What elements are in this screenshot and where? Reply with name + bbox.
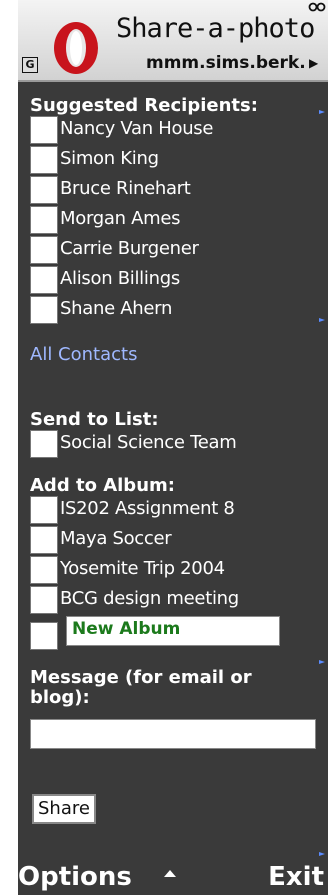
recipient-checkbox[interactable] <box>30 296 58 324</box>
album-row[interactable]: Yosemite Trip 2004 <box>30 556 320 586</box>
softkey-bar: Options Exit <box>18 860 328 895</box>
recipient-label: Nancy Van House <box>60 118 214 139</box>
phone-screen: Share-a-photo G mmm.sims.berk... ▶ Sugge… <box>18 0 328 895</box>
message-title-line2: blog): <box>30 687 90 708</box>
album-checkbox[interactable] <box>30 586 58 614</box>
recipient-label: Carrie Burgener <box>60 238 199 259</box>
album-row[interactable]: IS202 Assignment 8 <box>30 496 320 526</box>
recipient-checkbox[interactable] <box>30 116 58 144</box>
album-row[interactable]: Maya Soccer <box>30 526 320 556</box>
recipient-row[interactable]: Morgan Ames <box>30 206 320 236</box>
url-text[interactable]: mmm.sims.berk... <box>146 53 306 73</box>
album-label: Maya Soccer <box>60 528 172 549</box>
url-arrow-icon: ▶ <box>309 56 319 70</box>
send-list-checkbox[interactable] <box>30 430 58 458</box>
recipient-label: Bruce Rinehart <box>60 178 191 199</box>
scroll-indicator-icon <box>319 318 325 322</box>
recipient-label: Alison Billings <box>60 268 180 289</box>
album-checkbox[interactable] <box>30 556 58 584</box>
form-content: Suggested Recipients: Nancy Van House Si… <box>18 82 328 860</box>
all-contacts-link[interactable]: All Contacts <box>30 344 137 365</box>
recipient-label: Morgan Ames <box>60 208 181 229</box>
send-list-label: Social Science Team <box>60 432 237 453</box>
scroll-indicator-icon <box>319 110 325 114</box>
left-margin <box>0 0 18 895</box>
options-softkey[interactable]: Options <box>18 860 132 895</box>
message-title-line1: Message (for email or <box>30 667 252 688</box>
recipient-row[interactable]: Bruce Rinehart <box>30 176 320 206</box>
album-label: IS202 Assignment 8 <box>60 498 235 519</box>
browser-header: Share-a-photo G mmm.sims.berk... ▶ <box>18 0 328 82</box>
new-album-input[interactable]: New Album <box>66 616 280 646</box>
new-album-checkbox[interactable] <box>30 622 58 650</box>
send-list-row[interactable]: Social Science Team <box>30 430 320 460</box>
recipients-title: Suggested Recipients: <box>30 95 258 116</box>
g-icon[interactable]: G <box>22 57 38 73</box>
opera-logo-icon <box>54 22 98 74</box>
recipient-row[interactable]: Alison Billings <box>30 266 320 296</box>
recipient-checkbox[interactable] <box>30 146 58 174</box>
app-title: Share-a-photo <box>116 13 315 44</box>
recipient-label: Shane Ahern <box>60 298 173 319</box>
recipient-row[interactable]: Simon King <box>30 146 320 176</box>
album-title: Add to Album: <box>30 475 175 496</box>
scroll-indicator-icon <box>319 660 325 664</box>
recipient-checkbox[interactable] <box>30 176 58 204</box>
signal-icon <box>308 2 326 12</box>
up-arrow-icon[interactable] <box>164 870 176 877</box>
album-checkbox[interactable] <box>30 496 58 524</box>
recipient-row[interactable]: Carrie Burgener <box>30 236 320 266</box>
album-row[interactable]: BCG design meeting <box>30 586 320 616</box>
recipient-row[interactable]: Shane Ahern <box>30 296 320 326</box>
recipient-row[interactable]: Nancy Van House <box>30 116 320 146</box>
send-list-title: Send to List: <box>30 409 159 430</box>
recipient-checkbox[interactable] <box>30 266 58 294</box>
new-album-row[interactable] <box>30 622 60 652</box>
album-checkbox[interactable] <box>30 526 58 554</box>
recipient-label: Simon King <box>60 148 159 169</box>
recipient-checkbox[interactable] <box>30 206 58 234</box>
message-input[interactable] <box>30 719 316 749</box>
scroll-indicator-icon <box>319 852 325 856</box>
exit-softkey[interactable]: Exit <box>268 860 324 895</box>
recipient-checkbox[interactable] <box>30 236 58 264</box>
share-button[interactable]: Share <box>32 794 96 824</box>
album-label: Yosemite Trip 2004 <box>60 558 225 579</box>
album-label: BCG design meeting <box>60 588 239 609</box>
